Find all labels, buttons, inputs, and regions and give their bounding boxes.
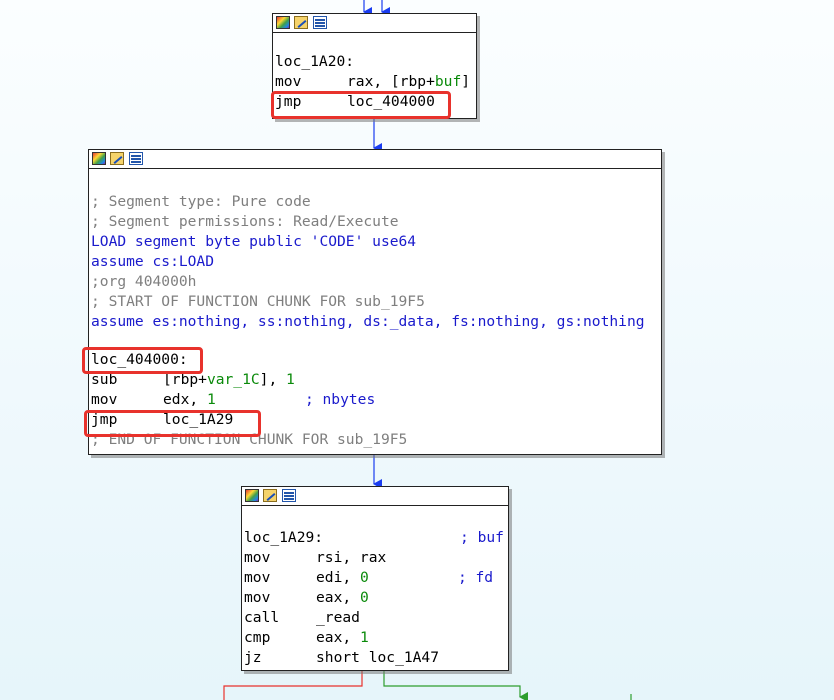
code-block-loc-1a29[interactable]: loc_1A29:; buf mov rsi, rax mov edi, 0; fd… bbox=[241, 486, 509, 671]
asm-line[interactable]: mov edx, 1; nbytes bbox=[91, 390, 659, 410]
asm-label[interactable]: loc_1A20: bbox=[275, 52, 474, 72]
block-titlebar bbox=[273, 14, 476, 33]
asm-directive[interactable]: assume es:nothing, ss:nothing, ds:_data,… bbox=[91, 312, 659, 332]
block-titlebar bbox=[89, 150, 661, 169]
list-icon[interactable] bbox=[282, 489, 296, 502]
edge-true-branch bbox=[383, 671, 528, 700]
asm-line[interactable]: mov eax, 0 bbox=[244, 588, 506, 608]
asm-line[interactable]: mov edi, 0; fd bbox=[244, 568, 506, 588]
asm-comment: ;org 404000h bbox=[91, 273, 197, 290]
asm-line[interactable]: mov rax, [rbp+buf] bbox=[275, 72, 474, 92]
asm-label[interactable]: loc_1A29:; buf bbox=[244, 528, 506, 548]
graph-icon[interactable] bbox=[276, 16, 290, 29]
asm-comment: ; Segment permissions: Read/Execute bbox=[91, 213, 399, 230]
asm-comment: ; START OF FUNCTION CHUNK FOR sub_19F5 bbox=[91, 293, 425, 310]
highlight-label-loc-404000 bbox=[82, 347, 203, 374]
edit-icon[interactable] bbox=[263, 489, 277, 502]
highlight-jmp-loc-404000 bbox=[271, 91, 451, 119]
graph-icon[interactable] bbox=[245, 489, 259, 502]
asm-directive[interactable]: assume cs:LOAD bbox=[91, 252, 659, 272]
list-icon[interactable] bbox=[313, 16, 327, 29]
asm-line[interactable]: jz short loc_1A47 bbox=[244, 648, 506, 668]
asm-directive[interactable]: LOAD segment byte public 'CODE' use64 bbox=[91, 232, 659, 252]
edit-icon[interactable] bbox=[110, 152, 124, 165]
graph-icon[interactable] bbox=[92, 152, 106, 165]
list-icon[interactable] bbox=[129, 152, 143, 165]
edit-icon[interactable] bbox=[294, 16, 308, 29]
asm-line[interactable]: mov rsi, rax bbox=[244, 548, 506, 568]
asm-line[interactable]: cmp eax, 1 bbox=[244, 628, 506, 648]
asm-line[interactable]: call _read bbox=[244, 608, 506, 628]
asm-comment: ; Segment type: Pure code bbox=[91, 193, 311, 210]
block-titlebar bbox=[242, 487, 508, 506]
highlight-jmp-loc-1a29 bbox=[84, 410, 261, 437]
edge-false-branch bbox=[223, 671, 363, 700]
